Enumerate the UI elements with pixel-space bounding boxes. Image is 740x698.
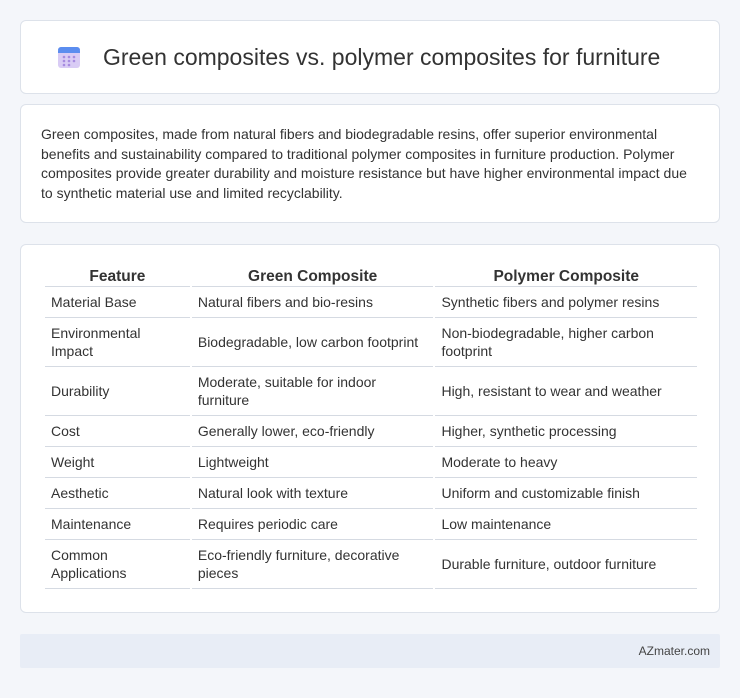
- polymer-cell: Low maintenance: [435, 509, 697, 540]
- footer-brand[interactable]: AZmater.com: [639, 644, 710, 658]
- polymer-cell: Synthetic fibers and polymer resins: [435, 287, 697, 318]
- feature-cell: Material Base: [45, 287, 190, 318]
- feature-cell: Weight: [45, 447, 190, 478]
- polymer-cell: Non-biodegradable, higher carbon footpri…: [435, 318, 697, 367]
- feature-cell: Environmental Impact: [45, 318, 190, 367]
- table-row: Common Applications Eco-friendly furnitu…: [45, 540, 697, 589]
- column-header-feature: Feature: [45, 265, 190, 287]
- intro-card: Green composites, made from natural fibe…: [20, 104, 720, 223]
- table-row: Durability Moderate, suitable for indoor…: [45, 367, 697, 416]
- feature-cell: Maintenance: [45, 509, 190, 540]
- table-row: Cost Generally lower, eco-friendly Highe…: [45, 416, 697, 447]
- polymer-cell: Uniform and customizable finish: [435, 478, 697, 509]
- green-cell: Generally lower, eco-friendly: [191, 416, 434, 447]
- green-cell: Biodegradable, low carbon footprint: [191, 318, 434, 367]
- table-row: Environmental Impact Biodegradable, low …: [45, 318, 697, 367]
- table-row: Maintenance Requires periodic care Low m…: [45, 509, 697, 540]
- polymer-cell: Moderate to heavy: [435, 447, 697, 478]
- green-cell: Natural look with texture: [191, 478, 434, 509]
- calendar-icon: [55, 43, 83, 71]
- page-title: Green composites vs. polymer composites …: [103, 43, 661, 70]
- polymer-cell: Higher, synthetic processing: [435, 416, 697, 447]
- polymer-cell: High, resistant to wear and weather: [435, 367, 697, 416]
- table-row: Aesthetic Natural look with texture Unif…: [45, 478, 697, 509]
- header-card: Green composites vs. polymer composites …: [20, 20, 720, 94]
- comparison-card: Feature Green Composite Polymer Composit…: [20, 244, 720, 613]
- green-cell: Natural fibers and bio-resins: [191, 287, 434, 318]
- polymer-cell: Durable furniture, outdoor furniture: [435, 540, 697, 589]
- green-cell: Lightweight: [191, 447, 434, 478]
- table-row: Weight Lightweight Moderate to heavy: [45, 447, 697, 478]
- footer-bar: AZmater.com: [20, 634, 720, 668]
- green-cell: Moderate, suitable for indoor furniture: [191, 367, 434, 416]
- column-header-polymer: Polymer Composite: [435, 265, 697, 287]
- comparison-table: Feature Green Composite Polymer Composit…: [43, 265, 699, 589]
- intro-text: Green composites, made from natural fibe…: [41, 126, 687, 201]
- table-row: Material Base Natural fibers and bio-res…: [45, 287, 697, 318]
- feature-cell: Cost: [45, 416, 190, 447]
- feature-cell: Common Applications: [45, 540, 190, 589]
- feature-cell: Durability: [45, 367, 190, 416]
- column-header-green: Green Composite: [191, 265, 434, 287]
- green-cell: Requires periodic care: [191, 509, 434, 540]
- feature-cell: Aesthetic: [45, 478, 190, 509]
- table-header-row: Feature Green Composite Polymer Composit…: [45, 265, 697, 287]
- green-cell: Eco-friendly furniture, decorative piece…: [191, 540, 434, 589]
